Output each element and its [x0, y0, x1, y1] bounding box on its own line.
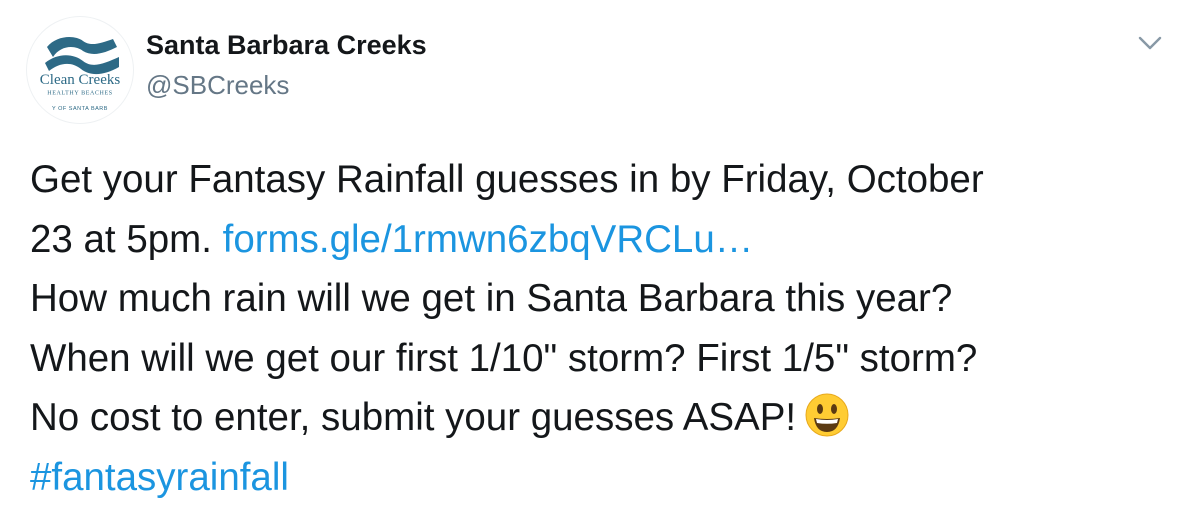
logo-text-arc: Y OF SANTA BARB: [52, 106, 108, 112]
tweet-text: Get your Fantasy Rainfall guesses in by …: [30, 150, 1170, 507]
form-link[interactable]: forms.gle/1rmwn6zbqVRCLu…: [223, 218, 754, 261]
tweet-line: No cost to enter, submit your guesses AS…: [30, 388, 1170, 448]
tweet-line: When will we get our first 1/10" storm? …: [30, 336, 978, 380]
grinning-face-emoji-icon: [804, 392, 850, 438]
logo-text-sub: HEALTHY BEACHES: [47, 91, 112, 97]
tweet-line-text: No cost to enter, submit your guesses AS…: [30, 396, 797, 439]
logo-text-main: Clean Creeks: [40, 72, 121, 88]
tweet-line-text: 23 at 5pm.: [30, 217, 212, 261]
tweet-line: Get your Fantasy Rainfall guesses in by …: [30, 158, 984, 201]
tweet-line: How much rain will we get in Santa Barba…: [30, 277, 953, 320]
clean-creeks-logo: Clean Creeks HEALTHY BEACHES Y OF SANTA …: [39, 37, 121, 112]
hashtag-link[interactable]: #fantasyrainfall: [30, 456, 289, 499]
chevron-down-icon[interactable]: [1136, 32, 1164, 54]
tweet-line: #fantasyrainfall: [30, 448, 1170, 508]
tweet-card: Clean Creeks HEALTHY BEACHES Y OF SANTA …: [0, 0, 1192, 526]
user-handle[interactable]: @SBCreeks: [146, 70, 289, 101]
tweet-line: 23 at 5pm. forms.gle/1rmwn6zbqVRCLu…: [30, 210, 1170, 270]
display-name[interactable]: Santa Barbara Creeks: [146, 30, 427, 61]
avatar[interactable]: Clean Creeks HEALTHY BEACHES Y OF SANTA …: [26, 16, 134, 124]
